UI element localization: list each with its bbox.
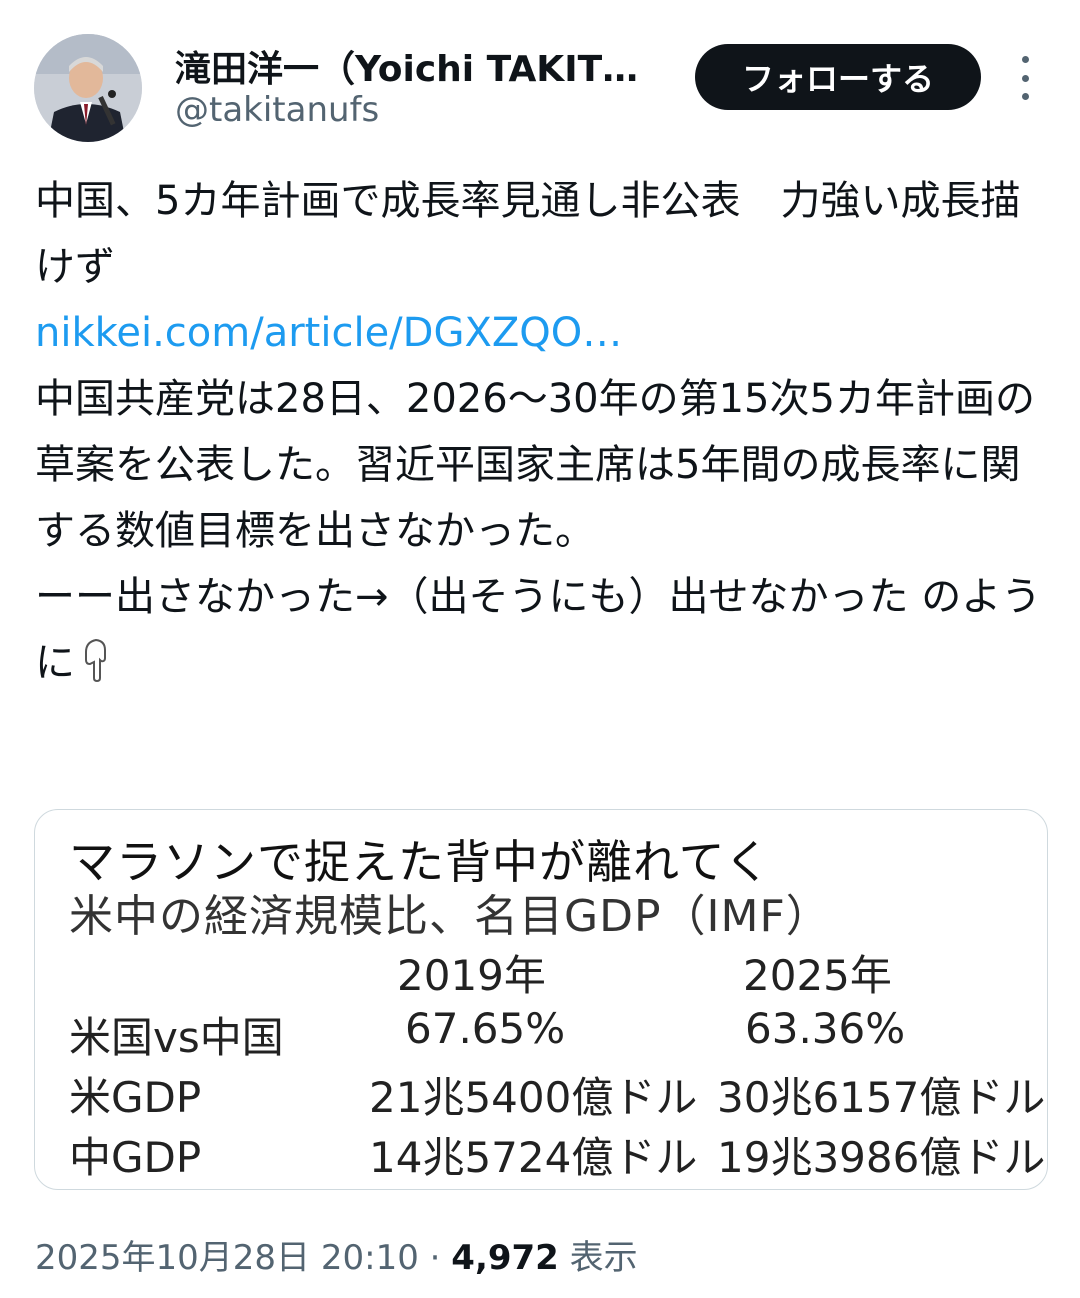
column-header-2019: 2019年 [397,951,546,1000]
article-link[interactable]: nikkei.com/article/DGXZQO… [35,300,1045,366]
image-subtitle: 米中の経済規模比、名目GDP（IMF） [69,891,831,942]
views-label: 表示 [569,1238,638,1278]
cn-gdp-2019: 14兆5724億ドル [369,1133,698,1182]
row-label-ratio: 米国vs中国 [69,1013,284,1062]
avatar[interactable] [34,34,142,142]
us-gdp-2019: 21兆5400億ドル [369,1073,698,1122]
us-gdp-2025: 30兆6157億ドル [717,1073,1046,1122]
column-header-2025: 2025年 [743,951,892,1000]
cn-gdp-2025: 19兆3986億ドル [717,1133,1046,1182]
tweet-meta: 2025年10月28日 20:10 · 4,972 表示 [35,1230,638,1279]
ratio-2025: 63.36% [745,1004,906,1053]
views-count[interactable]: 4,972 [451,1238,559,1278]
attached-image[interactable]: マラソンで捉えた背中が離れてく 米中の経済規模比、名目GDP（IMF） 2019… [34,809,1048,1190]
row-label-us-gdp: 米GDP [69,1073,202,1122]
tweet-text: 中国、5カ年計画で成長率見通し非公表 力強い成長描けず nikkei.com/a… [35,168,1045,696]
tweet-comment-line: ーー出さなかった→（出そうにも）出せなかった のように [35,564,1045,696]
timestamp[interactable]: 2025年10月28日 20:10 [35,1238,419,1278]
follow-button[interactable]: フォローする [695,44,981,110]
more-vertical-icon[interactable] [1008,56,1042,100]
ratio-2019: 67.65% [405,1004,566,1053]
tweet-header: 滝田洋一（Yoichi TAKIT… @takitanufs フォローする [0,0,1080,150]
user-handle[interactable]: @takitanufs [175,90,379,130]
meta-separator: · [429,1238,441,1278]
tweet-comment: ーー出さなかった→（出そうにも）出せなかった のように [35,574,1042,686]
display-name[interactable]: 滝田洋一（Yoichi TAKIT… [175,40,638,92]
row-label-cn-gdp: 中GDP [69,1133,202,1182]
pointing-down-hand-icon [83,636,109,683]
tweet-headline: 中国、5カ年計画で成長率見通し非公表 力強い成長描けず [35,178,1021,290]
tweet-paragraph: 中国共産党は28日、2026〜30年の第15次5カ年計画の草案を公表した。習近平… [35,376,1035,554]
